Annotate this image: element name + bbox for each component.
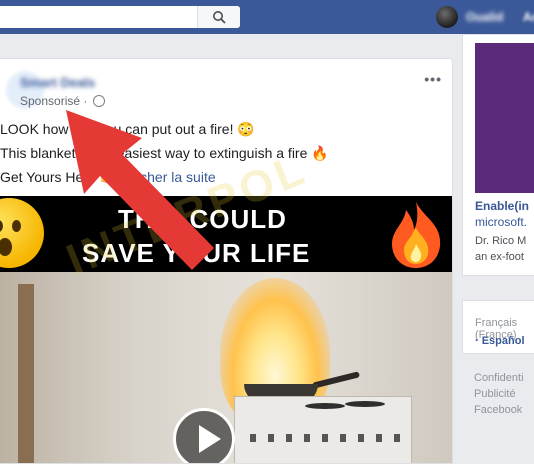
ad-title-link[interactable]: Enable(in	[475, 199, 529, 213]
ad-description-line-1: Dr. Rico M	[475, 235, 527, 247]
burner	[305, 403, 345, 409]
page-name-link[interactable]: Smart Deals	[20, 75, 95, 90]
footer-link-privacy[interactable]: Confidenti	[474, 372, 524, 384]
profile-avatar[interactable]	[436, 6, 458, 28]
language-option-link[interactable]: · Español	[475, 335, 525, 347]
right-ad-card[interactable]: Enable(in microsoft. Dr. Rico M an ex-fo…	[462, 34, 534, 276]
play-icon	[199, 425, 221, 453]
shocked-face-icon	[0, 198, 44, 268]
nav-link[interactable]: Ac	[523, 10, 534, 24]
stove-knobs	[250, 434, 400, 442]
stove	[234, 396, 412, 463]
burner	[345, 401, 385, 407]
sponsored-label[interactable]: Sponsorisé ·	[20, 94, 105, 108]
arrow-annotation-icon	[66, 110, 214, 270]
footer-link-ads[interactable]: Publicité	[474, 388, 516, 400]
play-button[interactable]	[173, 408, 235, 463]
footer-link-facebook[interactable]: Facebook	[474, 404, 522, 416]
search-icon	[213, 11, 226, 24]
ad-image[interactable]	[475, 43, 534, 193]
ad-description-line-2: an ex-foot	[475, 251, 524, 263]
search-bar[interactable]	[0, 6, 240, 28]
language-card: Français (France) · Español	[462, 300, 534, 354]
profile-name-link[interactable]: Oualid	[466, 10, 503, 24]
globe-icon	[92, 95, 105, 107]
top-navigation-bar: Oualid Ac	[0, 0, 534, 34]
ad-url: microsoft.	[475, 215, 528, 229]
sponsored-text: Sponsorisé ·	[20, 94, 88, 108]
more-options-button[interactable]: •••	[424, 71, 442, 87]
fire-icon	[392, 202, 441, 268]
search-button[interactable]	[197, 6, 240, 28]
video-doorframe	[18, 284, 34, 463]
